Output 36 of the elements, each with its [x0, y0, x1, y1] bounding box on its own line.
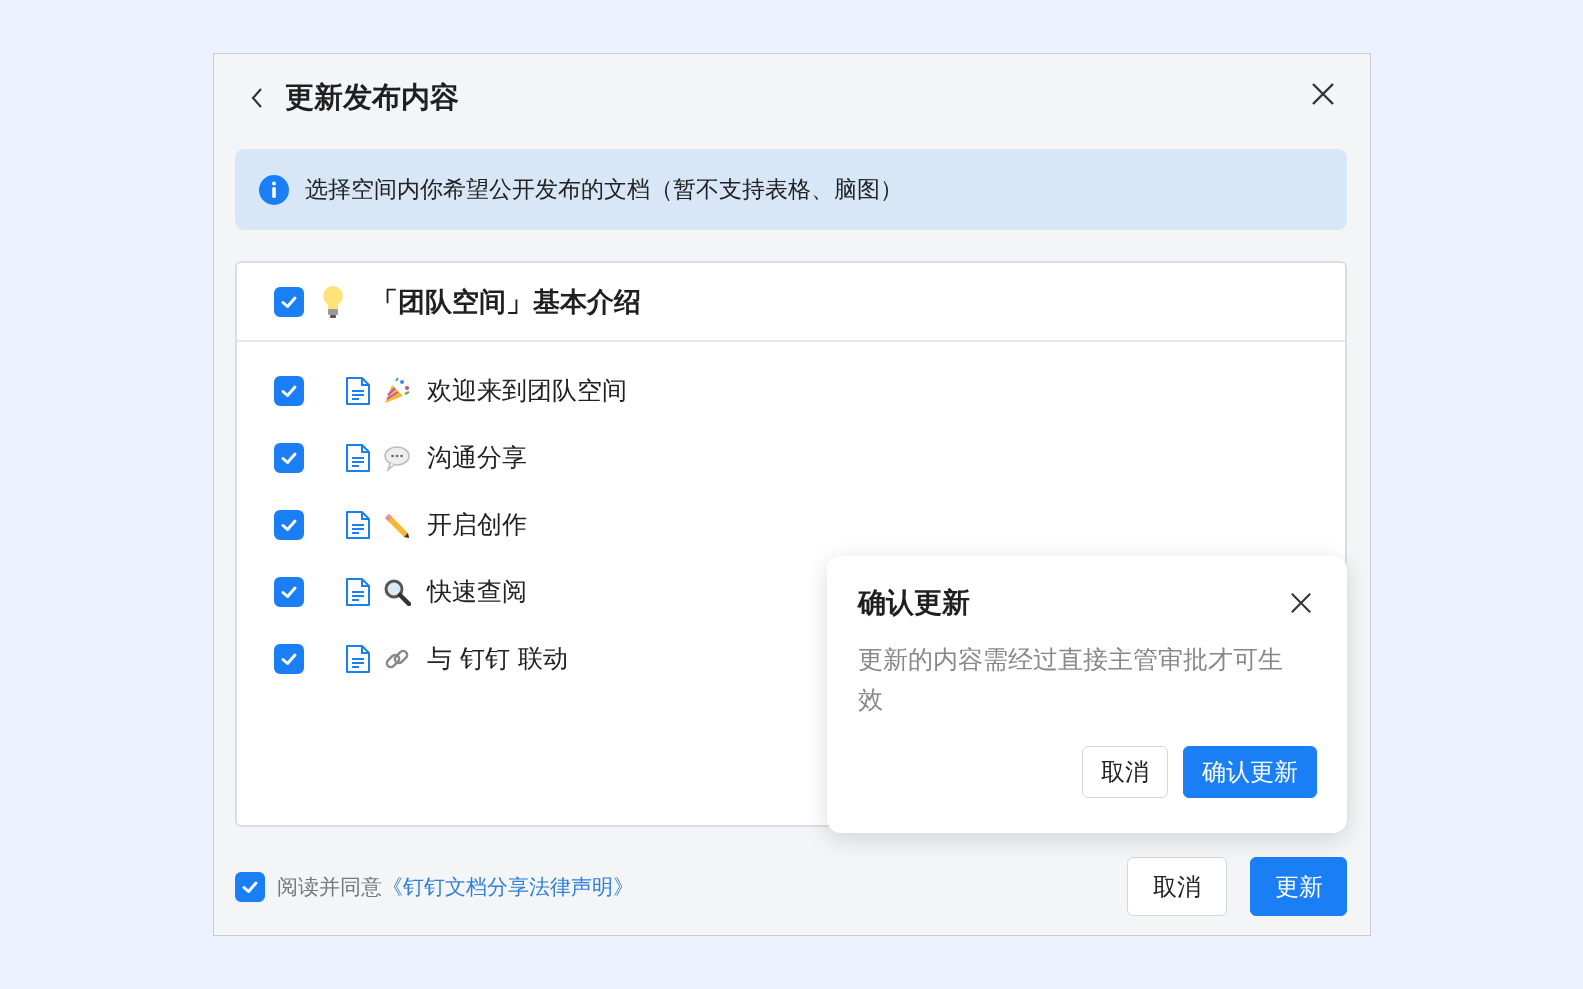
dialog-title: 更新发布内容	[285, 80, 459, 116]
close-icon[interactable]	[1311, 82, 1335, 106]
checkbox[interactable]	[274, 509, 304, 540]
cancel-button[interactable]: 取消	[1127, 857, 1227, 916]
checkbox[interactable]	[274, 286, 304, 317]
legal-notice-link[interactable]: 《钉钉文档分享法律声明》	[382, 874, 634, 899]
info-icon	[259, 174, 289, 205]
popover-message: 更新的内容需经过直接主管审批才可生效	[858, 644, 1284, 716]
document-title[interactable]: 开启创作	[427, 508, 527, 541]
popover-title: 确认更新	[858, 585, 970, 621]
document-icon	[345, 442, 371, 473]
checkbox[interactable]	[274, 442, 304, 473]
document-title[interactable]: 欢迎来到团队空间	[427, 374, 627, 407]
document-icon	[345, 509, 371, 540]
update-button[interactable]: 更新	[1250, 857, 1347, 916]
checkbox[interactable]	[274, 643, 304, 674]
checkbox[interactable]	[274, 576, 304, 607]
party-popper-icon	[383, 376, 411, 405]
document-title[interactable]: 与 钉钉 联动	[427, 642, 568, 675]
document-icon	[345, 576, 371, 607]
document-icon	[345, 643, 371, 674]
speech-bubble-icon	[383, 443, 411, 472]
back-icon[interactable]	[249, 86, 265, 110]
close-icon[interactable]	[1290, 592, 1312, 614]
confirm-update-button[interactable]: 确认更新	[1183, 746, 1317, 798]
checkbox[interactable]	[235, 871, 265, 902]
lightbulb-icon	[321, 284, 345, 319]
document-title[interactable]: 快速查阅	[427, 575, 527, 608]
agreement-text: 阅读并同意《钉钉文档分享法律声明》	[277, 873, 634, 901]
info-text: 选择空间内你希望公开发布的文档（暂不支持表格、脑图）	[305, 175, 903, 204]
document-icon	[345, 375, 371, 406]
checkbox[interactable]	[274, 375, 304, 406]
space-title: 「团队空间」基本介绍	[371, 284, 641, 319]
magnifier-icon	[383, 577, 411, 606]
document-title[interactable]: 沟通分享	[427, 441, 527, 474]
cancel-button[interactable]: 取消	[1082, 746, 1168, 798]
